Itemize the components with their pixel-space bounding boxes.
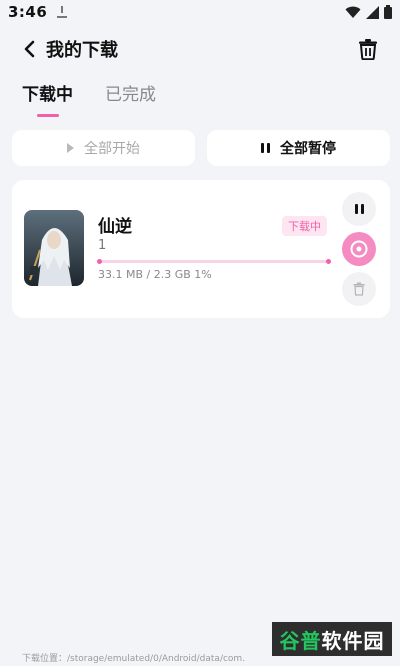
watermark-logo: 谷普 软件园 — [272, 622, 392, 656]
trash-icon — [353, 282, 365, 296]
trash-icon — [359, 39, 377, 60]
delete-all-button[interactable] — [356, 37, 380, 61]
watermark-part2: 软件园 — [321, 628, 385, 653]
status-time: 3:46 — [8, 3, 48, 21]
item-delete-button[interactable] — [342, 272, 376, 306]
chevron-left-icon — [24, 40, 35, 58]
app-header: 我的下载 — [0, 30, 400, 68]
tab-downloading[interactable]: 下载中 — [22, 80, 73, 117]
pause-icon — [354, 204, 364, 214]
download-progress-bar — [97, 259, 331, 264]
page-title: 我的下载 — [46, 40, 118, 61]
tab-bar: 下载中 已完成 — [22, 80, 156, 117]
bulk-actions: 全部开始 全部暂停 — [12, 130, 390, 166]
pause-icon — [261, 143, 270, 153]
item-episode: 1 — [98, 238, 107, 253]
pause-all-label: 全部暂停 — [280, 141, 336, 157]
item-size-text: 33.1 MB / 2.3 GB 1% — [98, 268, 212, 281]
status-icons — [345, 5, 392, 19]
download-item-card[interactable]: 仙逆 下载中 1 33.1 MB / 2.3 GB 1% — [12, 180, 390, 318]
wifi-icon — [345, 6, 361, 18]
back-button[interactable] — [20, 37, 38, 61]
watermark-part1: 谷普 — [279, 628, 322, 653]
play-icon — [67, 143, 74, 153]
item-pause-button[interactable] — [342, 192, 376, 226]
download-location-text: 下载位置：/storage/emulated/0/Android/data/co… — [22, 654, 246, 664]
status-badge: 下载中 — [282, 216, 327, 236]
pause-all-button[interactable]: 全部暂停 — [207, 130, 390, 166]
play-circle-icon — [350, 240, 368, 258]
status-bar: 3:46 — [0, 0, 400, 24]
start-all-button[interactable]: 全部开始 — [12, 130, 195, 166]
download-notification-icon — [57, 6, 68, 18]
item-play-button[interactable] — [342, 232, 376, 266]
battery-icon — [384, 5, 392, 19]
start-all-label: 全部开始 — [84, 141, 140, 157]
tab-completed[interactable]: 已完成 — [105, 80, 156, 117]
item-title: 仙逆 — [98, 217, 132, 237]
signal-icon — [366, 5, 379, 19]
cover-image — [24, 210, 84, 286]
